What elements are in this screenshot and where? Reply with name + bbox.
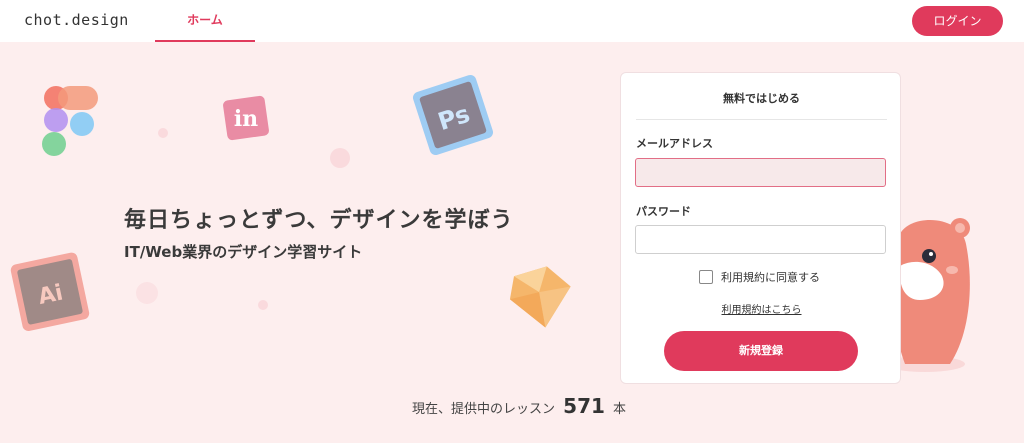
signup-card: 無料ではじめる メールアドレス パスワード 利用規約に同意する 利用規約はこちら… bbox=[620, 72, 901, 384]
decor-bubble bbox=[258, 300, 268, 310]
site-header: chot.design ホーム ログイン bbox=[0, 0, 1024, 42]
agree-terms-label: 利用規約に同意する bbox=[721, 271, 820, 284]
agree-terms-checkbox[interactable] bbox=[699, 270, 713, 284]
card-divider bbox=[636, 119, 887, 120]
hero-section: in Ps Ai 毎日ちょっとずつ、デザインを学ぼう IT/Web業界のデザイン… bbox=[0, 42, 1024, 443]
svg-text:Ai: Ai bbox=[36, 280, 65, 310]
decor-bubble bbox=[158, 128, 168, 138]
site-logo[interactable]: chot.design bbox=[24, 11, 129, 29]
lesson-count-suffix: 本 bbox=[613, 402, 627, 417]
terms-link[interactable]: 利用規約はこちら bbox=[621, 301, 902, 316]
photoshop-icon: Ps bbox=[412, 74, 494, 156]
figma-icon bbox=[42, 86, 98, 156]
decor-bubble bbox=[136, 282, 158, 304]
password-label: パスワード bbox=[636, 205, 691, 218]
email-field[interactable] bbox=[635, 158, 886, 187]
nav-tab-home[interactable]: ホーム bbox=[155, 0, 255, 42]
hero-subline: IT/Web業界のデザイン学習サイト bbox=[124, 243, 363, 261]
decor-bubble bbox=[330, 148, 350, 168]
lesson-count-prefix: 現在、提供中のレッスン bbox=[412, 402, 556, 417]
lesson-count-value: 571 bbox=[563, 394, 605, 418]
signup-button[interactable]: 新規登録 bbox=[664, 331, 858, 371]
sketch-icon bbox=[509, 266, 571, 328]
login-button[interactable]: ログイン bbox=[912, 6, 1003, 36]
agree-terms-checkbox-row[interactable]: 利用規約に同意する bbox=[699, 269, 820, 285]
hero-headline: 毎日ちょっとずつ、デザインを学ぼう bbox=[124, 208, 514, 233]
invision-icon: in bbox=[223, 95, 269, 141]
lesson-count-line: 現在、提供中のレッスン 571 本 bbox=[412, 394, 626, 418]
illustrator-icon: Ai bbox=[10, 252, 90, 332]
password-field[interactable] bbox=[635, 225, 886, 254]
email-label: メールアドレス bbox=[636, 137, 713, 150]
signup-title: 無料ではじめる bbox=[723, 92, 800, 105]
svg-text:in: in bbox=[234, 106, 258, 132]
